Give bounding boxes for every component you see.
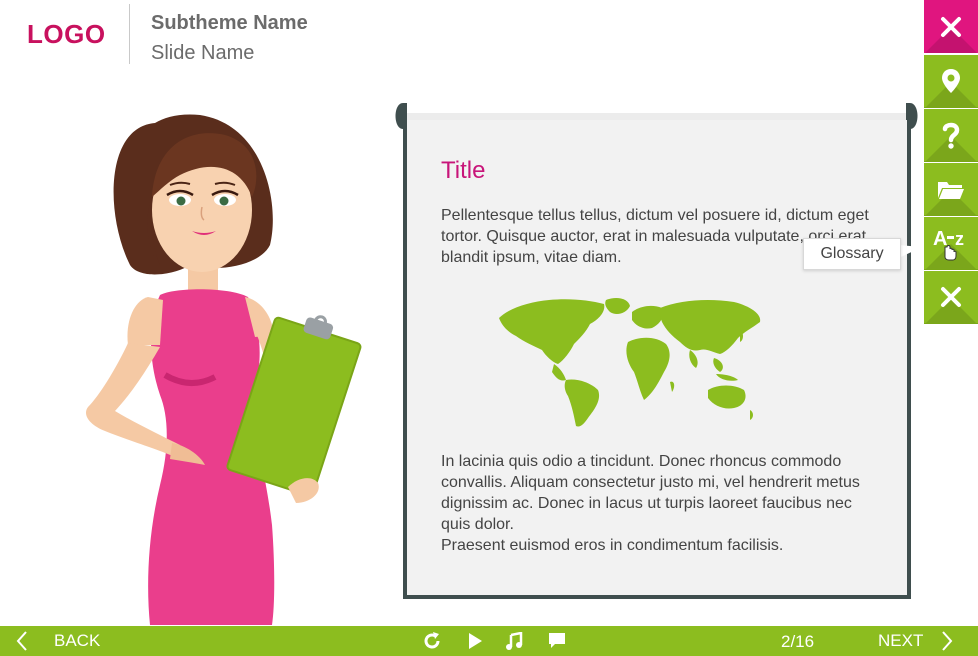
next-label: NEXT [878, 631, 924, 650]
glossary-tooltip: Glossary [803, 238, 901, 270]
panel-paragraph-2: In lacinia quis odio a tincidunt. Donec … [441, 451, 871, 556]
slide-stage: LOGO Subtheme Name Slide Name Title Pell… [0, 0, 978, 656]
music-icon [506, 632, 523, 650]
replay-icon [424, 632, 440, 649]
panel-paragraph-2-text: In lacinia quis odio a tincidunt. Donec … [441, 453, 860, 533]
page-counter: 2/16 [781, 632, 815, 651]
audio-button[interactable] [503, 631, 525, 651]
svg-text:z: z [955, 229, 964, 249]
question-icon [942, 122, 960, 149]
resources-button[interactable] [924, 163, 978, 216]
logo: LOGO [27, 19, 106, 49]
header-divider [129, 4, 130, 64]
back-label: BACK [54, 631, 101, 650]
chevron-right-icon [942, 631, 953, 651]
exit-button[interactable] [924, 271, 978, 324]
next-button[interactable]: NEXT [878, 626, 953, 656]
tooltip-arrow [899, 241, 923, 257]
glossary-az-icon: A z [933, 228, 964, 261]
location-pin-icon [942, 69, 960, 93]
notes-button[interactable] [546, 631, 568, 651]
glossary-button[interactable]: A z [924, 217, 978, 270]
chevron-left-icon [16, 631, 27, 651]
right-sidebar: A z [924, 0, 978, 326]
bottom-navigation-bar: BACK 2/16 NEXT [0, 626, 978, 656]
comment-icon [549, 633, 565, 648]
help-button[interactable] [924, 109, 978, 162]
world-map-image [499, 298, 761, 427]
subtheme-name: Subtheme Name [151, 12, 308, 34]
character-illustration [85, 114, 362, 625]
play-button[interactable] [464, 631, 486, 651]
slide-name: Slide Name [151, 42, 255, 64]
location-button[interactable] [924, 55, 978, 108]
back-button[interactable]: BACK [16, 626, 100, 656]
close-button[interactable] [924, 0, 978, 53]
replay-button[interactable] [421, 631, 443, 651]
close-icon [941, 16, 961, 37]
folder-icon [938, 182, 964, 199]
panel-paragraph-3-text: Praesent euismod eros in condimentum fac… [441, 537, 784, 554]
panel-title: Title [441, 157, 486, 184]
play-icon [469, 633, 482, 649]
close-icon [941, 287, 961, 307]
